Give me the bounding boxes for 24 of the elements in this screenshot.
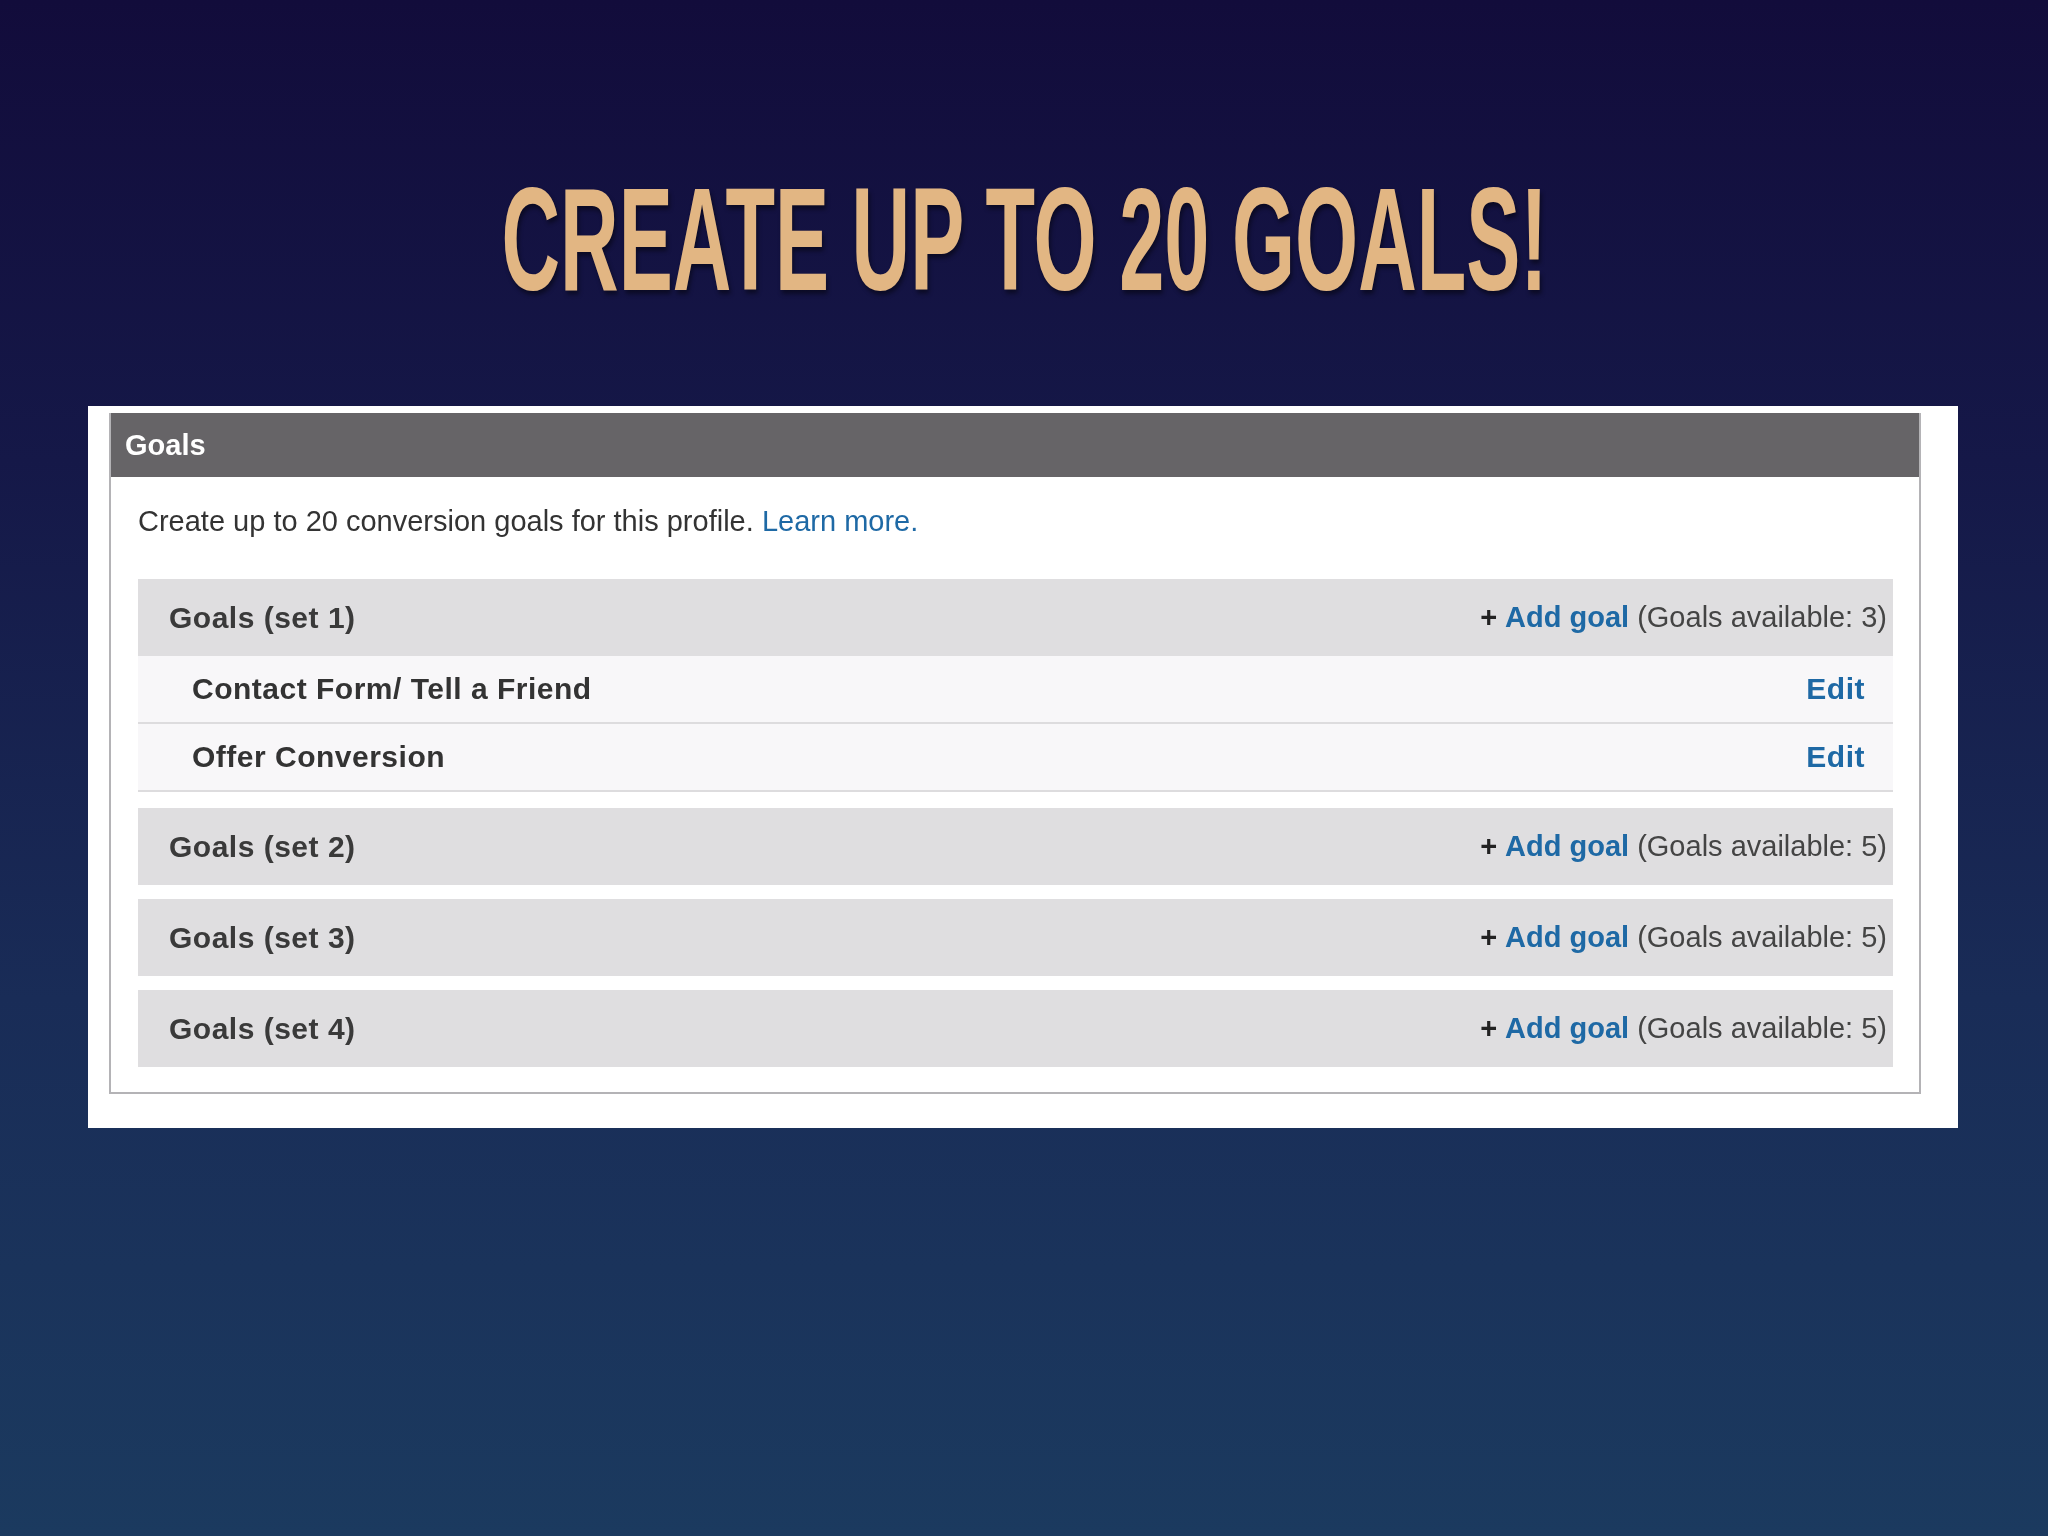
goal-name: Offer Conversion (192, 740, 447, 774)
set-title: Goals (set 2) (169, 829, 357, 864)
set-title: Goals (set 1) (169, 600, 357, 635)
slide-title: CREATE UP TO 20 GOALS! (501, 166, 1547, 313)
goals-available-text: (Goals available: 3) (1637, 601, 1887, 634)
add-goal-link[interactable]: Add goal (1505, 601, 1630, 634)
intro-text: Create up to 20 conversion goals for this profile. Learn more. (138, 504, 920, 538)
plus-icon: + (1480, 921, 1498, 954)
learn-more-link[interactable]: Learn more. (761, 505, 919, 537)
plus-icon: + (1480, 1012, 1498, 1045)
edit-link[interactable]: Edit (1806, 740, 1865, 774)
edit-link[interactable]: Edit (1806, 672, 1865, 706)
goals-available-text: (Goals available: 5) (1637, 830, 1887, 863)
add-goal-link[interactable]: Add goal (1505, 921, 1630, 954)
plus-icon: + (1480, 601, 1498, 634)
set-title: Goals (set 4) (169, 1011, 357, 1046)
goal-name: Contact Form/ Tell a Friend (192, 672, 593, 706)
add-goal-link[interactable]: Add goal (1505, 830, 1630, 863)
set-title: Goals (set 3) (169, 920, 357, 955)
goals-available-text: (Goals available: 5) (1637, 1012, 1887, 1045)
plus-icon: + (1480, 830, 1498, 863)
panel-header: Goals (111, 413, 1919, 477)
add-goal-link[interactable]: Add goal (1505, 1012, 1630, 1045)
goals-available-text: (Goals available: 5) (1637, 921, 1887, 954)
